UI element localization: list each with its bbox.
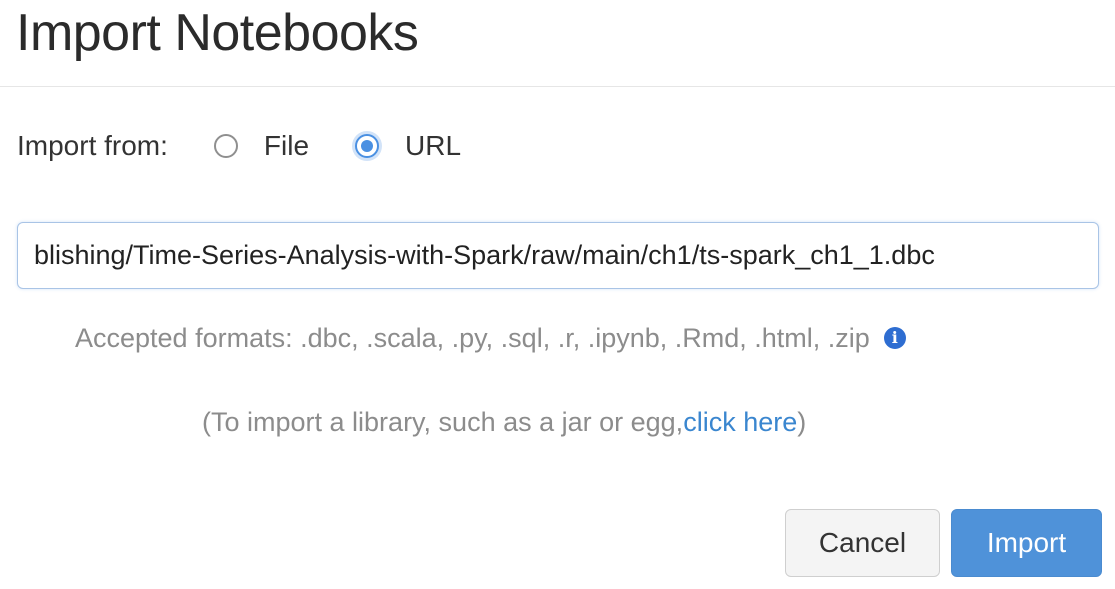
library-note: (To import a library, such as a jar or e…: [202, 402, 806, 442]
file-radio[interactable]: [213, 134, 238, 158]
cancel-button[interactable]: Cancel: [785, 509, 940, 577]
import-from-row: Import from: File URL: [17, 128, 507, 164]
file-radio-label: File: [263, 130, 310, 161]
radio-option-url[interactable]: URL: [355, 130, 461, 162]
import-from-label: Import from:: [17, 130, 168, 161]
library-note-suffix: ): [797, 406, 807, 437]
library-note-prefix: (To import a library, such as a jar or e…: [202, 406, 684, 437]
import-notebooks-dialog: Import Notebooks Import from: File URL b…: [0, 0, 1115, 589]
accepted-formats-text: Accepted formats: .dbc, .scala, .py, .sq…: [75, 322, 870, 353]
url-radio-label: URL: [405, 130, 462, 161]
url-input[interactable]: blishing/Time-Series-Analysis-with-Spark…: [17, 222, 1099, 289]
url-input-value: blishing/Time-Series-Analysis-with-Spark…: [34, 240, 935, 270]
dialog-title: Import Notebooks: [16, 4, 419, 62]
import-button[interactable]: Import: [951, 509, 1102, 577]
accepted-formats: Accepted formats: .dbc, .scala, .py, .sq…: [75, 318, 906, 358]
info-icon[interactable]: i: [883, 327, 906, 349]
import-library-link[interactable]: click here: [683, 407, 797, 438]
url-radio[interactable]: [355, 134, 380, 158]
radio-option-file[interactable]: File: [213, 130, 310, 162]
header-divider: [0, 86, 1115, 87]
